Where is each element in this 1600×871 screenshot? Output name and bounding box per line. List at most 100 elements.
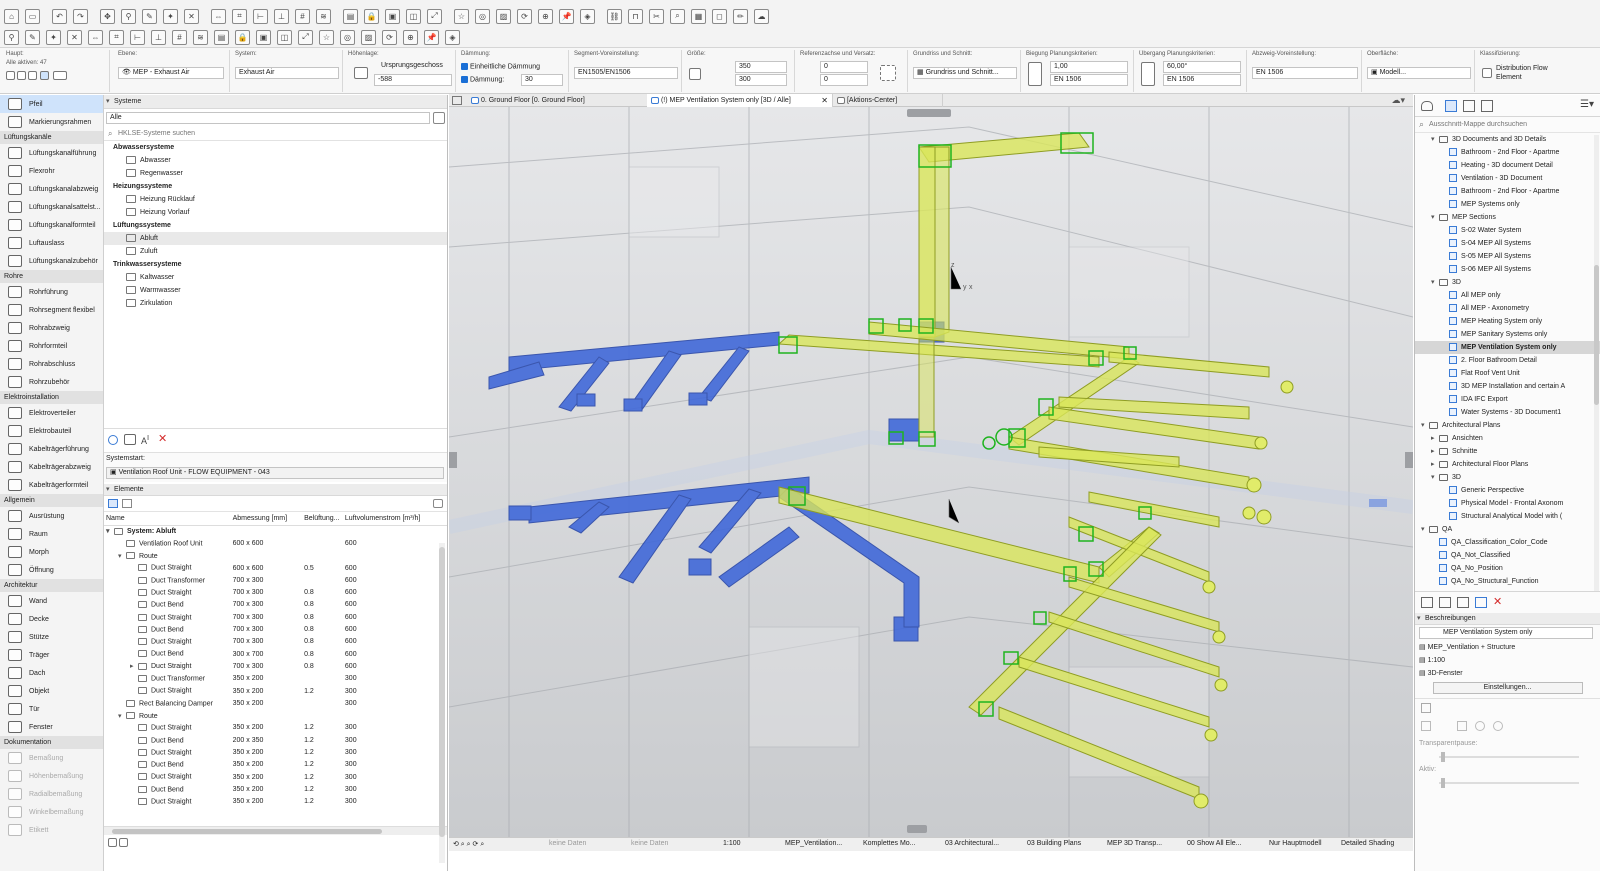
system-filter-select[interactable]: Alle: [106, 112, 430, 124]
tool-air-terminal[interactable]: Luftauslass: [0, 234, 103, 252]
tool-dimension[interactable]: Bemaßung: [0, 749, 103, 767]
rename-icon[interactable]: AI: [141, 433, 149, 446]
view-item[interactable]: S-02 Water System: [1415, 224, 1600, 237]
view-folder[interactable]: ▾ 3D: [1415, 471, 1600, 484]
view-name-field[interactable]: MEP Ventilation System only: [1419, 627, 1593, 639]
clone-icon[interactable]: [1457, 597, 1469, 608]
cross-icon[interactable]: ✕: [184, 8, 199, 24]
render-icon[interactable]: ⊥: [151, 29, 166, 45]
link-icon[interactable]: ⛓: [607, 8, 622, 24]
cloud-icon[interactable]: ☁: [754, 8, 769, 24]
view-folder[interactable]: ▾ 3D: [1415, 276, 1600, 289]
table-row[interactable]: Duct Straight 350 x 200 1.2 300: [104, 771, 447, 783]
tool-duct-branch[interactable]: Lüftungskanalabzweig: [0, 180, 103, 198]
hoehenlage-input[interactable]: -588: [374, 74, 452, 86]
view-folder[interactable]: ▾ MEP Sections: [1415, 211, 1600, 224]
redo-icon[interactable]: ↷: [73, 8, 88, 24]
frame-icon[interactable]: [28, 71, 38, 80]
view-item[interactable]: Generic Perspective: [1415, 484, 1600, 497]
view-icon[interactable]: ▣: [256, 29, 271, 45]
system-select[interactable]: Exhaust Air: [235, 67, 339, 79]
view-item[interactable]: Water Systems - 3D Document1: [1415, 406, 1600, 419]
marker-icon[interactable]: ◈: [445, 29, 460, 45]
table-row[interactable]: Duct Straight 350 x 200 1.2 300: [104, 722, 447, 734]
add-option-icon[interactable]: [1457, 721, 1467, 731]
system-item[interactable]: Warmwasser: [104, 284, 447, 297]
walk-icon[interactable]: ⤢: [298, 29, 313, 45]
brush-icon[interactable]: ✏: [733, 8, 748, 24]
ref-y-input[interactable]: 0: [820, 74, 868, 86]
home-icon[interactable]: ⌂: [4, 8, 19, 24]
view-item[interactable]: Structural Analytical Model with (: [1415, 510, 1600, 523]
tool-object[interactable]: Objekt: [0, 682, 103, 700]
trace1-icon[interactable]: ⇔: [88, 29, 103, 45]
tool-angle-dimension[interactable]: Winkelbemaßung: [0, 803, 103, 821]
tool-window[interactable]: Fenster: [0, 718, 103, 736]
table-row[interactable]: ▾ Route: [104, 709, 447, 721]
status-item[interactable]: Nur Hauptmodell: [1269, 840, 1322, 847]
option-icon[interactable]: [1421, 703, 1431, 713]
tool-cable-branch[interactable]: Kabelträgerabzweig: [0, 458, 103, 476]
table-row[interactable]: ▾ Route: [104, 550, 447, 562]
tool-marquee[interactable]: Markierungsrahmen: [0, 113, 103, 131]
expand-toggle-icon[interactable]: ▸: [130, 662, 138, 670]
view-item[interactable]: MEP Systems only: [1415, 198, 1600, 211]
new-folder-icon[interactable]: [1439, 597, 1451, 608]
tab-action-center[interactable]: [Aktions-Center]: [833, 94, 943, 107]
zoom-elements-icon[interactable]: [119, 838, 129, 847]
transparency-slider[interactable]: [1415, 750, 1600, 764]
trace2-icon[interactable]: ⌗: [109, 29, 124, 45]
systemstart-select[interactable]: ▣ Ventilation Roof Unit - FLOW EQUIPMENT…: [106, 467, 444, 479]
table-row[interactable]: Ventilation Roof Unit 600 x 600 600: [104, 537, 447, 549]
drag-icon[interactable]: ⇔: [211, 8, 226, 24]
tool-pipe-routing[interactable]: Rohrführung: [0, 283, 103, 301]
view-tree-scrollbar[interactable]: [1594, 135, 1599, 591]
element-select-icon[interactable]: [6, 71, 15, 80]
system-group[interactable]: Trinkwassersysteme: [104, 258, 447, 271]
tool-duct-accessory[interactable]: Lüftungskanalzubehör: [0, 252, 103, 270]
list-view-icon[interactable]: [122, 499, 132, 508]
tool-arrow[interactable]: Pfeil: [0, 95, 103, 113]
flip-icon[interactable]: [53, 71, 68, 80]
expand-toggle-icon[interactable]: ▾: [118, 712, 126, 720]
align-icon[interactable]: ⊕: [403, 29, 418, 45]
expand-toggle-icon[interactable]: ▸: [1431, 458, 1439, 471]
expand-toggle-icon[interactable]: ▸: [1431, 445, 1439, 458]
height-input[interactable]: 300: [735, 74, 787, 86]
select-icon[interactable]: ⚲: [4, 29, 19, 45]
snap-icon[interactable]: ⌗: [232, 8, 247, 24]
view-search-input[interactable]: [1429, 119, 1595, 130]
view-item[interactable]: 2. Floor Bathroom Detail: [1415, 354, 1600, 367]
view-item[interactable]: S-04 MEP All Systems: [1415, 237, 1600, 250]
table-row[interactable]: Duct Straight 700 x 300 0.8 600: [104, 611, 447, 623]
table-row[interactable]: Duct Straight 350 x 200 1.2 300: [104, 796, 447, 808]
view-item[interactable]: Bathroom - 2nd Floor - Apartme: [1415, 185, 1600, 198]
measure-icon[interactable]: 📌: [424, 29, 439, 45]
view-item[interactable]: Flat Roof Vent Unit: [1415, 367, 1600, 380]
tool-slab[interactable]: Decke: [0, 610, 103, 628]
system-item[interactable]: Abwasser: [104, 154, 447, 167]
toolbox-group-header[interactable]: Lüftungskanäle: [0, 131, 103, 144]
renovation-icon[interactable]: ◎: [475, 8, 490, 24]
uebergang-input[interactable]: 60,00°: [1163, 61, 1241, 73]
status-item[interactable]: Detailed Shading: [1341, 840, 1394, 847]
expand-toggle-icon[interactable]: ▾: [1431, 471, 1439, 484]
table-row[interactable]: Duct Straight 350 x 200 1.2 300: [104, 746, 447, 758]
rotate-mode-icon[interactable]: [39, 71, 49, 80]
fence-icon[interactable]: ⊓: [628, 8, 643, 24]
column-header[interactable]: Belüftung...: [304, 512, 345, 526]
element-settings-icon[interactable]: [433, 499, 443, 508]
new-view-icon[interactable]: [1421, 597, 1433, 608]
tool-cable-tray[interactable]: Kabelträgerführung: [0, 440, 103, 458]
tree-view-icon[interactable]: [108, 499, 118, 508]
system-item[interactable]: Zuluft: [104, 245, 447, 258]
tool-pipe-accessory[interactable]: Rohrzubehör: [0, 373, 103, 391]
project-map-icon[interactable]: [1421, 101, 1433, 111]
biegung-input[interactable]: 1,00: [1050, 61, 1128, 73]
grid2-icon[interactable]: ◎: [340, 29, 355, 45]
tool-flex-duct[interactable]: Flexrohr: [0, 162, 103, 180]
ref-x-input[interactable]: 0: [820, 61, 868, 73]
grundriss-button[interactable]: ▦ Grundriss und Schnitt...: [913, 67, 1017, 79]
transform-icon[interactable]: ⤢: [427, 8, 442, 24]
percent-icon[interactable]: ✦: [46, 29, 61, 45]
